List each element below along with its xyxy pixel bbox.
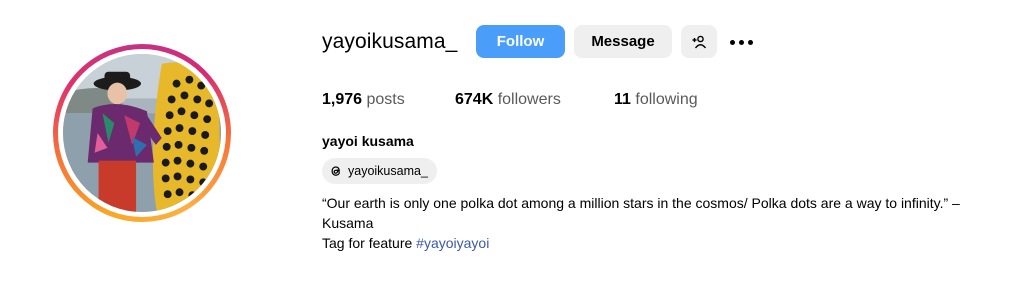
bio-quote: “Our earth is only one polka dot among a… [322, 195, 960, 231]
username: yayoikusama_ [322, 30, 458, 53]
more-dot [730, 39, 735, 45]
following-label: following [635, 91, 698, 108]
posts-count: 1,976 [322, 91, 363, 108]
bio-tag-prefix: Tag for feature [322, 235, 417, 251]
more-dot [739, 39, 744, 45]
message-button[interactable]: Message [574, 25, 672, 58]
threads-handle: yayoikusama_ [348, 164, 428, 178]
bio: “Our earth is only one polka dot among a… [322, 193, 982, 253]
full-name: yayoi kusama [322, 133, 414, 149]
avatar-frame [58, 49, 226, 217]
followers-stat[interactable]: 674K followers [455, 91, 561, 109]
story-ring[interactable] [53, 44, 231, 222]
more-options-icon[interactable] [730, 36, 754, 48]
threads-icon [331, 166, 340, 176]
followers-count: 674K [455, 91, 494, 108]
avatar-image [63, 54, 221, 212]
person-add-icon [692, 35, 707, 48]
following-stat[interactable]: 11 following [614, 91, 698, 109]
followers-label: followers [497, 91, 561, 108]
hashtag-link[interactable]: #yayoiyayoi [416, 235, 489, 251]
posts-label: posts [366, 91, 405, 108]
suggest-accounts-button[interactable] [681, 25, 717, 58]
follow-button[interactable]: Follow [476, 25, 565, 58]
more-dot [748, 39, 753, 45]
posts-stat: 1,976 posts [322, 91, 405, 109]
avatar[interactable] [63, 54, 221, 212]
following-count: 11 [614, 91, 631, 108]
bio-tag-line: Tag for feature #yayoiyayoi [322, 233, 982, 253]
threads-link[interactable]: yayoikusama_ [322, 158, 437, 184]
